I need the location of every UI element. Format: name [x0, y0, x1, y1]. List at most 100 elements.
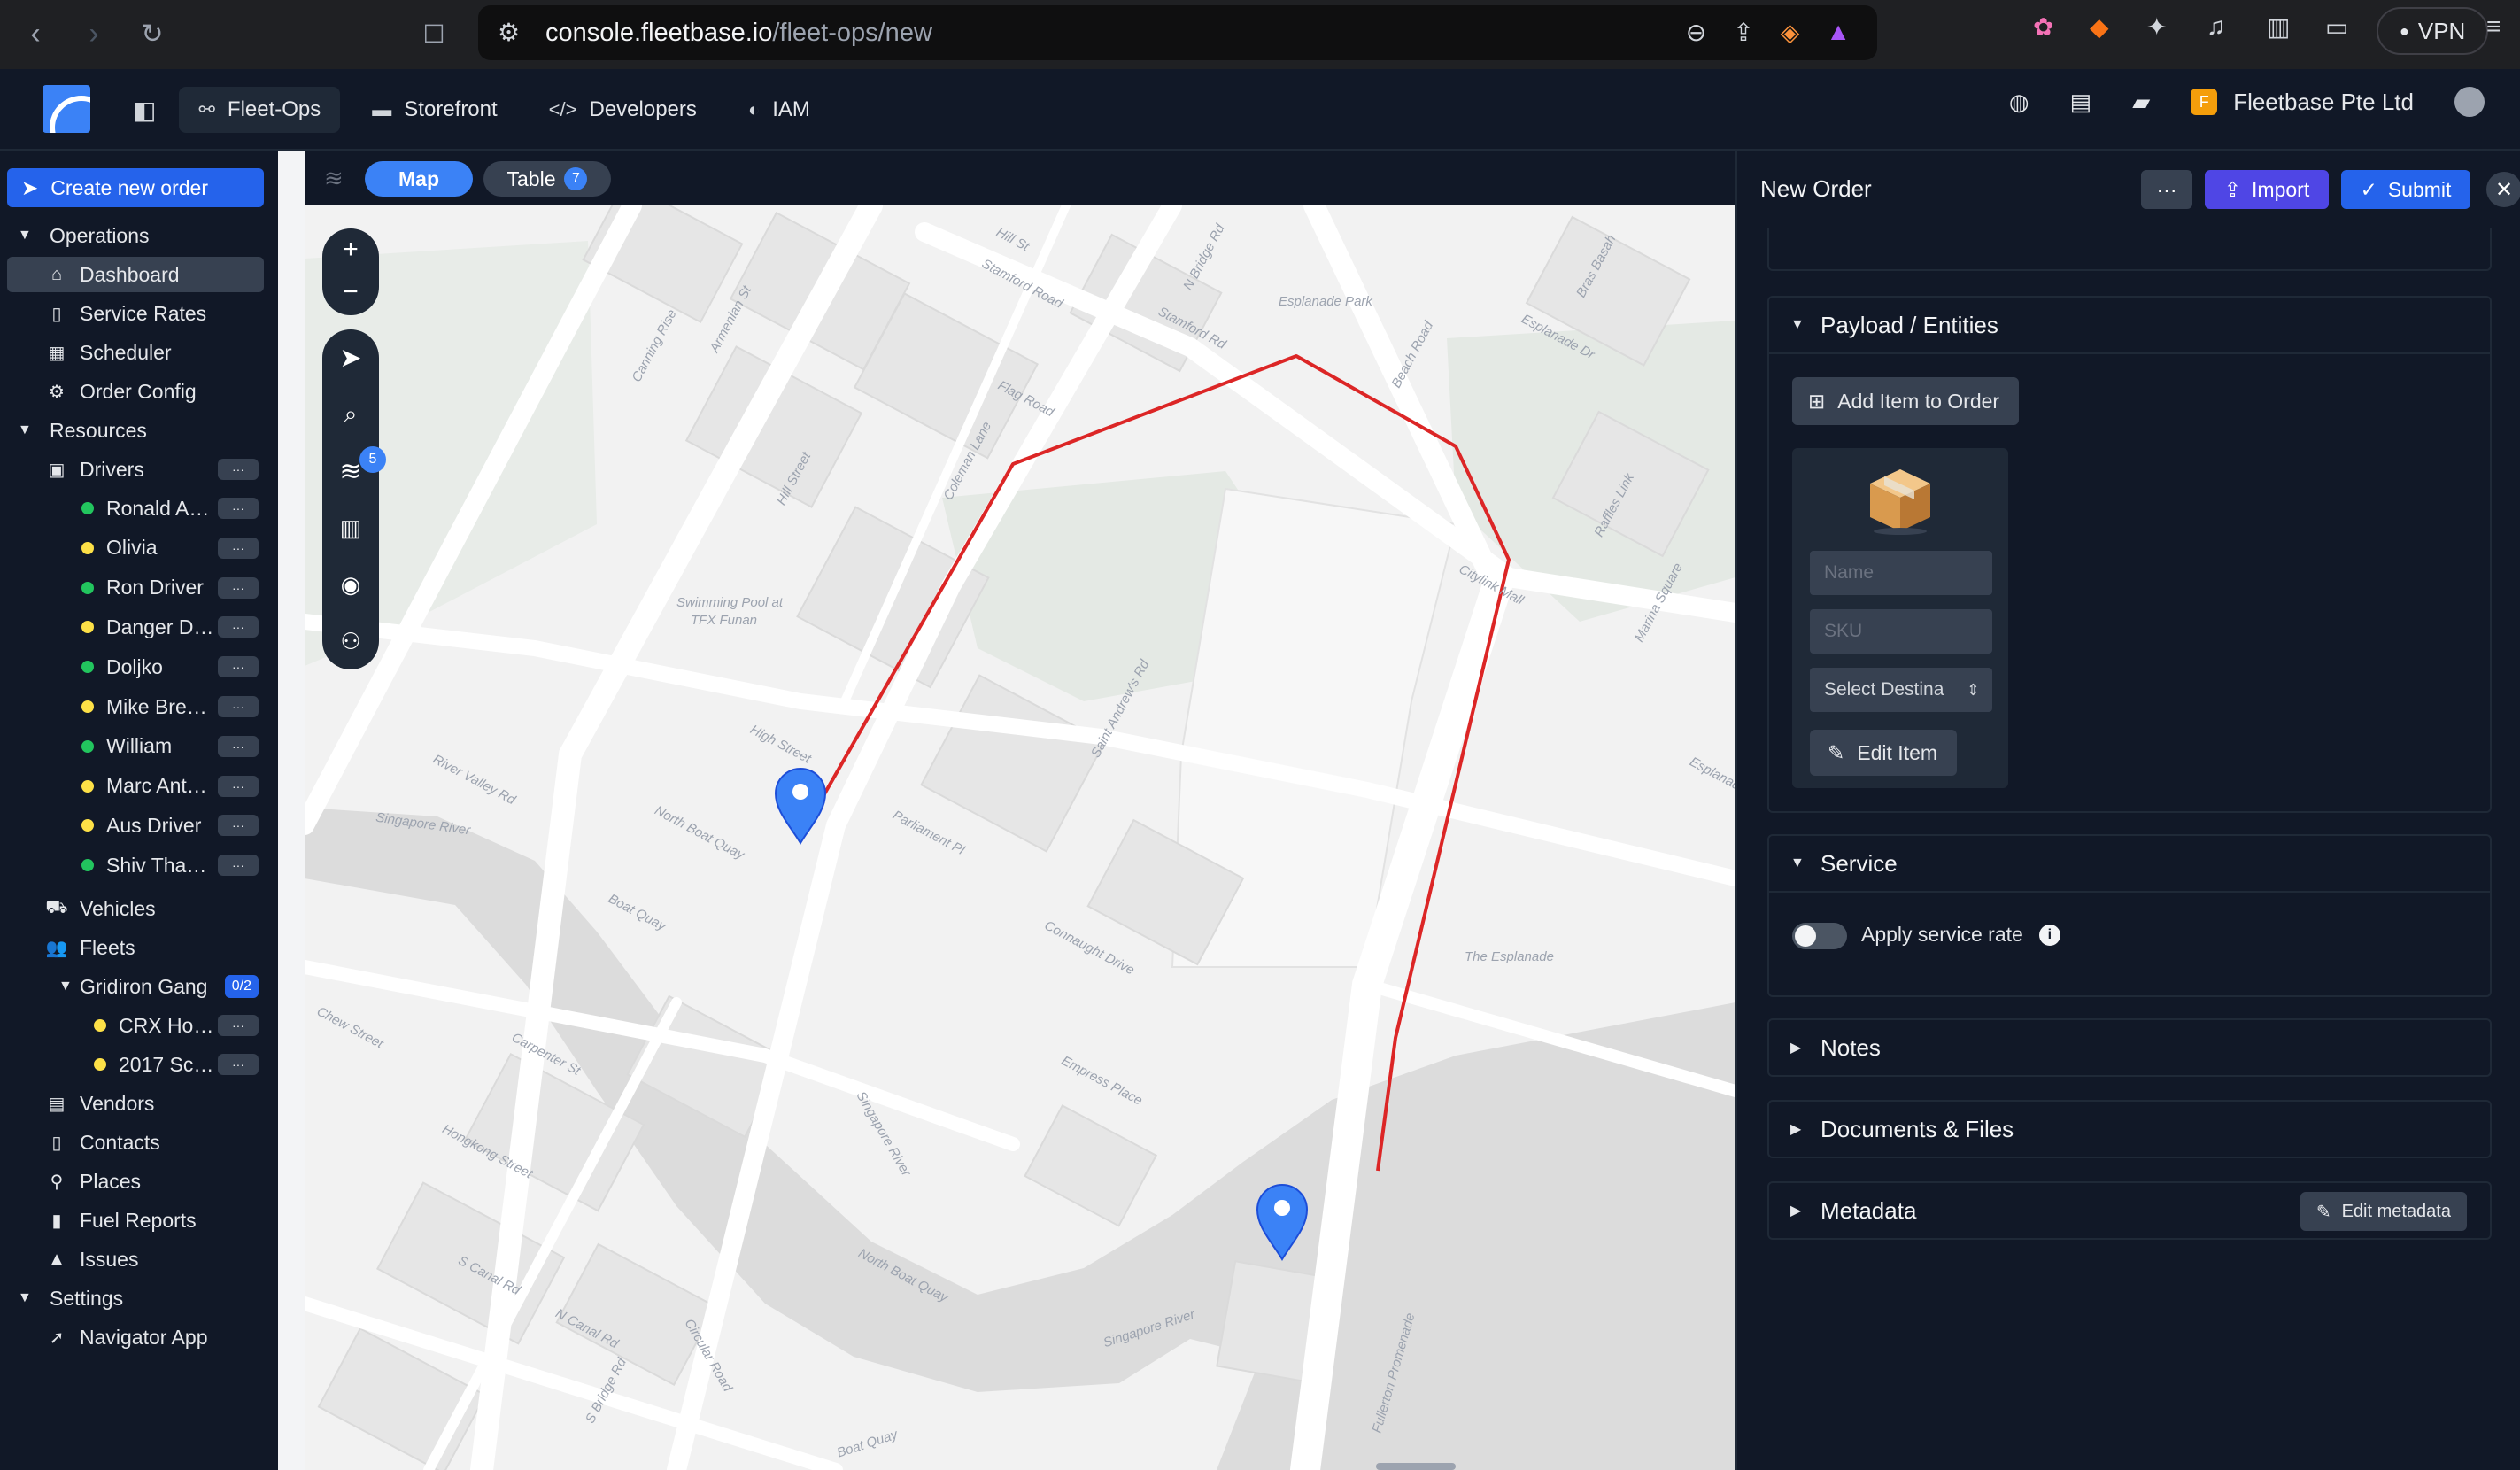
sidebar-item-dashboard[interactable]: ⌂ Dashboard [7, 257, 264, 292]
sidebar-section-settings[interactable]: ▼ Settings [0, 1280, 278, 1316]
bookmark-icon[interactable]: ☐ [407, 7, 460, 60]
sidebar-item-driver[interactable]: William ··· [0, 729, 278, 764]
fleetbase-logo[interactable] [43, 85, 90, 133]
search-icon[interactable]: ⌕ [322, 386, 379, 443]
service-rate-toggle[interactable] [1792, 923, 1847, 949]
sidebar-item-driver[interactable]: Mike Bre… ··· [0, 689, 278, 724]
layers-icon[interactable]: ≋ 5 [322, 443, 386, 499]
sidebar-item-contacts[interactable]: ▯ Contacts [0, 1125, 278, 1160]
tab-iam[interactable]: ◐ IAM [729, 87, 830, 133]
brave-shield-icon[interactable]: ◈ [1781, 18, 1800, 47]
item-sku-input[interactable]: SKU [1810, 609, 1992, 654]
extension-color-icon[interactable]: ✿ [2033, 12, 2053, 42]
tab-storefront[interactable]: ▬ Storefront [352, 87, 516, 133]
sidebar-item-fuel-reports[interactable]: ▮ Fuel Reports [0, 1203, 278, 1238]
extensions-puzzle-icon[interactable]: ✦ [2146, 12, 2167, 42]
driver-more-button[interactable]: ··· [218, 735, 259, 757]
sidebar-item-driver[interactable]: Marc Ant… ··· [0, 769, 278, 804]
view-toggle-table[interactable]: Table 7 [483, 161, 611, 197]
sidebar-item-vehicles[interactable]: ⛟ Vehicles [0, 891, 278, 926]
driver-more-button[interactable]: ··· [218, 656, 259, 678]
zoom-icon[interactable]: ⊖ [1686, 18, 1706, 47]
sidebar-item-navigator-app[interactable]: ➚ Navigator App [0, 1319, 278, 1355]
sidebar-item-order-config[interactable]: ⚙ Order Config [0, 374, 278, 409]
submit-button[interactable]: ✓ Submit [2341, 170, 2470, 209]
payload-section-header[interactable]: ▼ Payload / Entities [1769, 298, 2490, 354]
add-item-button[interactable]: ⊞ Add Item to Order [1792, 377, 2019, 425]
item-name-input[interactable]: Name [1810, 551, 1992, 595]
sidebar-item-service-rates[interactable]: ▯ Service Rates [0, 296, 278, 331]
brave-rewards-icon[interactable]: ▲ [1826, 18, 1851, 47]
close-icon[interactable]: ✕ [2486, 172, 2520, 207]
sidebar-item-driver[interactable]: Olivia ··· [0, 530, 278, 566]
sidebar-item-fleet-vehicle[interactable]: CRX Ho… ··· [0, 1008, 278, 1043]
sidebar-item-fleet-vehicle[interactable]: 2017 Sc… ··· [0, 1047, 278, 1082]
sidebar-item-driver[interactable]: Ron Driver ··· [0, 570, 278, 606]
vehicle-more-button[interactable]: ··· [218, 1054, 259, 1075]
notes-section-header[interactable]: ▶ Notes [1769, 1020, 2490, 1075]
sidebar-item-driver[interactable]: Ronald A… ··· [0, 491, 278, 526]
map-canvas[interactable]: Hill Street Stamford Road N Bridge Rd Colem… [305, 180, 1735, 1470]
share-icon[interactable]: ⇪ [1733, 18, 1753, 47]
binoculars-icon[interactable]: ⚇ [322, 613, 379, 669]
reload-icon[interactable]: ↻ [126, 7, 179, 60]
sidebar-item-driver[interactable]: Aus Driver ··· [0, 808, 278, 843]
driver-more-button[interactable]: ··· [218, 616, 259, 638]
sidebar-item-fleets[interactable]: 👥 Fleets [0, 930, 278, 965]
send-icon[interactable]: ➤ [322, 329, 379, 386]
create-order-button[interactable]: ➤ Create new order [7, 168, 264, 207]
back-icon[interactable]: ‹ [9, 7, 62, 60]
layers-icon[interactable]: ≋ [324, 165, 344, 192]
edit-item-button[interactable]: ✎ Edit Item [1810, 730, 1957, 776]
sidebar-section-resources[interactable]: ▼ Resources [0, 413, 278, 448]
driver-more-button[interactable]: ··· [218, 498, 259, 519]
forward-icon[interactable]: › [67, 7, 120, 60]
driver-more-button[interactable]: ··· [218, 696, 259, 717]
sidebar-toggle[interactable]: ◧ [122, 87, 166, 133]
driver-more-button[interactable]: ··· [218, 815, 259, 837]
globe-icon[interactable]: ◍ [2009, 89, 2029, 116]
sidebar-item-places[interactable]: ⚲ Places [0, 1164, 278, 1199]
sidebar-section-operations[interactable]: ▼ Operations [0, 218, 278, 253]
inbox-icon[interactable]: ▤ [2070, 89, 2092, 116]
chat-icon[interactable]: ▰ [2132, 89, 2150, 116]
avatar[interactable] [2454, 87, 2485, 117]
drivers-more-button[interactable]: ··· [218, 459, 259, 480]
extension-hubspot-icon[interactable]: ◆ [2090, 12, 2109, 42]
site-settings-icon[interactable]: ⚙ [498, 18, 520, 47]
driver-more-button[interactable]: ··· [218, 775, 259, 797]
documents-section-header[interactable]: ▶ Documents & Files [1769, 1102, 2490, 1157]
sidebar-item-vendors[interactable]: ▤ Vendors [0, 1086, 278, 1121]
vpn-button[interactable]: ● VPN [2377, 7, 2489, 55]
import-button[interactable]: ⇪ Import [2205, 170, 2329, 209]
driver-more-button[interactable]: ··· [218, 537, 259, 559]
zoom-in-icon[interactable]: + [322, 228, 379, 271]
edit-metadata-button[interactable]: ✎ Edit metadata [2300, 1192, 2467, 1231]
more-options-button[interactable]: ··· [2141, 170, 2192, 209]
service-section-header[interactable]: ▼ Service [1769, 836, 2490, 893]
sidebar-item-driver[interactable]: Shiv Tha… ··· [0, 847, 278, 883]
eye-icon[interactable]: ◉ [322, 556, 379, 613]
wallet-icon[interactable]: ▭ [2325, 12, 2348, 42]
tab-fleet-ops[interactable]: ⚯ Fleet-Ops [179, 87, 341, 133]
music-icon[interactable]: ♫ [2207, 12, 2225, 41]
sidebar-item-driver[interactable]: Doljko ··· [0, 649, 278, 685]
driver-more-button[interactable]: ··· [218, 855, 259, 877]
sidebar-item-driver[interactable]: Danger D… ··· [0, 609, 278, 645]
browser-menu-icon[interactable]: ≡ [2486, 12, 2501, 41]
sidebar-item-issues[interactable]: ▲ Issues [0, 1242, 278, 1277]
vehicle-more-button[interactable]: ··· [218, 1015, 259, 1036]
sidebar-item-drivers[interactable]: ▣ Drivers ··· [0, 452, 278, 487]
destination-select[interactable]: Select Destina ⇕ [1810, 668, 1992, 712]
sidebar-item-fleet-gridiron-gang[interactable]: ▼ Gridiron Gang 0/2 [0, 969, 278, 1004]
sidebar-toggle-icon[interactable]: ▥ [2267, 12, 2290, 42]
zoom-out-icon[interactable]: − [322, 271, 379, 313]
driver-more-button[interactable]: ··· [218, 576, 259, 599]
sidebar-item-scheduler[interactable]: ▦ Scheduler [0, 335, 278, 370]
address-bar[interactable]: ⚙ console.fleetbase.io/fleet-ops/new ⊖ ⇪… [478, 5, 1877, 60]
view-toggle-map[interactable]: Map [365, 161, 473, 197]
tab-developers[interactable]: </> Developers [530, 87, 716, 133]
info-icon[interactable]: i [2038, 924, 2060, 946]
map-drag-handle[interactable] [1376, 1463, 1456, 1470]
organization-switcher[interactable]: F Fleetbase Pte Ltd [2191, 89, 2414, 116]
